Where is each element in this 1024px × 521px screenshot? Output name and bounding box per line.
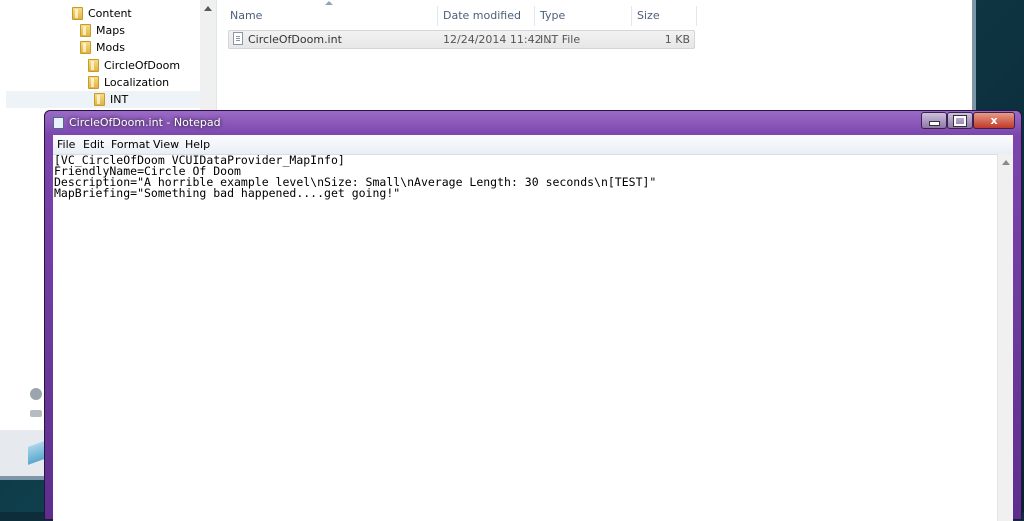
tree-item-int[interactable]: INT: [6, 91, 200, 108]
menu-bar: File Edit Format View Help: [53, 135, 1013, 155]
tree-item-circleofdoom[interactable]: CircleOfDoom: [88, 57, 180, 74]
window-title: CircleOfDoom.int - Notepad: [69, 116, 221, 129]
tree-item-label: Maps: [96, 24, 125, 37]
network-icon[interactable]: [30, 388, 42, 400]
notepad-window[interactable]: CircleOfDoom.int - Notepad x File Edit F…: [44, 110, 1022, 521]
column-header-date-modified[interactable]: Date modified: [437, 6, 535, 26]
menu-edit[interactable]: Edit: [83, 135, 104, 154]
vertical-scrollbar[interactable]: [997, 154, 1013, 521]
maximize-button[interactable]: [947, 112, 973, 129]
minimize-button[interactable]: [921, 112, 947, 129]
maximize-icon: [953, 115, 967, 127]
sort-ascending-icon: [325, 1, 333, 5]
menu-file[interactable]: File: [57, 135, 75, 154]
folder-icon: [80, 24, 91, 37]
file-preview-icon: [28, 441, 44, 465]
folder-icon: [94, 93, 105, 106]
text-editor[interactable]: [VC_CircleOfDoom VCUIDataProvider_MapInf…: [53, 154, 997, 521]
text-line: MapBriefing="Something bad happened....g…: [54, 186, 401, 200]
tree-item-label: INT: [110, 93, 129, 106]
file-date-modified: 12/24/2014 11:42 ...: [443, 33, 556, 46]
notepad-icon[interactable]: [53, 117, 64, 129]
tree-item-localization[interactable]: Localization: [88, 74, 169, 91]
folder-icon: [80, 41, 91, 54]
tree-item-label: CircleOfDoom: [104, 59, 181, 72]
notepad-client-area: File Edit Format View Help [VC_CircleOfD…: [53, 135, 1013, 521]
details-pane: [0, 430, 46, 476]
drive-icon[interactable]: [30, 410, 42, 417]
tree-item-label: Content: [88, 7, 132, 20]
close-icon: x: [990, 114, 998, 127]
tree-item-label: Mods: [96, 41, 125, 54]
tree-item-maps[interactable]: Maps: [80, 22, 125, 39]
file-row[interactable]: CircleOfDoom.int 12/24/2014 11:42 ... IN…: [228, 30, 695, 49]
column-header-type[interactable]: Type: [534, 6, 632, 26]
scroll-up-arrow-icon[interactable]: [204, 6, 212, 11]
folder-icon: [72, 7, 83, 20]
tree-item-content[interactable]: Content: [72, 5, 132, 22]
column-headers: Name Date modified Type Size: [217, 0, 976, 30]
tree-item-label: Localization: [104, 76, 170, 89]
menu-view[interactable]: View: [153, 135, 179, 154]
file-size: 1 KB: [664, 33, 690, 46]
scroll-up-arrow-icon[interactable]: [1002, 160, 1010, 165]
navigation-scrollbar[interactable]: [200, 0, 216, 110]
text-file-icon: [233, 32, 243, 45]
title-bar[interactable]: CircleOfDoom.int - Notepad x: [45, 111, 1021, 135]
column-header-size[interactable]: Size: [631, 6, 697, 26]
column-header-name[interactable]: Name: [224, 6, 438, 26]
close-button[interactable]: x: [973, 112, 1015, 129]
tree-item-mods[interactable]: Mods: [80, 39, 125, 56]
folder-icon: [88, 76, 99, 89]
menu-help[interactable]: Help: [185, 135, 210, 154]
folder-icon: [88, 59, 99, 72]
file-type: INT File: [540, 33, 581, 46]
menu-format[interactable]: Format: [111, 135, 150, 154]
file-name: CircleOfDoom.int: [248, 33, 342, 46]
minimize-icon: [928, 121, 940, 126]
